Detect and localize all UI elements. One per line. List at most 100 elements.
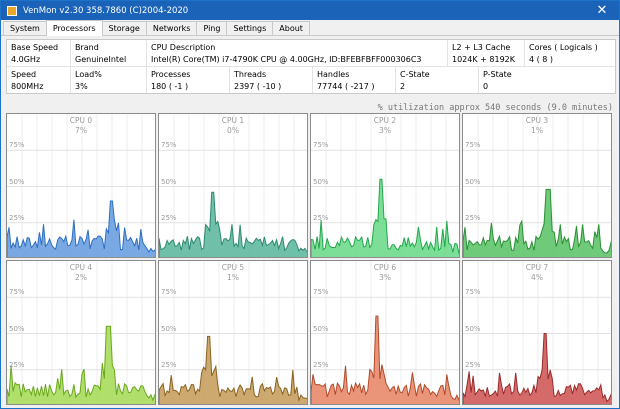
tab-processors[interactable]: Processors xyxy=(45,20,103,36)
tab-about[interactable]: About xyxy=(272,21,310,35)
tab-networks[interactable]: Networks xyxy=(145,21,198,35)
cpu-graph-svg xyxy=(7,261,155,404)
pstate-cell: P-State 0 xyxy=(478,67,615,93)
cores-value: 4 ( 8 ) xyxy=(529,55,554,64)
handles-label: Handles xyxy=(317,70,350,79)
cpu-name: CPU 2 xyxy=(373,116,397,125)
cpu-graph-7: CPU 7 4% 75% 50% 25% xyxy=(462,260,612,405)
grid-label: 25% xyxy=(313,213,329,222)
processes-label: Processes xyxy=(151,70,191,79)
cpu-graph-0: CPU 0 7% 75% 50% 25% xyxy=(6,113,156,258)
handles-cell: Handles 77744 ( -217 ) xyxy=(312,67,395,93)
pstate-value: 0 xyxy=(483,82,489,91)
grid-label: 75% xyxy=(161,288,177,297)
grid-label: 25% xyxy=(161,213,177,222)
cpu-graph-svg xyxy=(463,114,611,257)
cpu-graph-svg xyxy=(159,114,307,257)
tab-storage[interactable]: Storage xyxy=(101,21,147,35)
brand-cell: Brand GenuineIntel xyxy=(70,40,146,66)
app-window: VenMon v2.30 358.7860 (C)2004-2020 ✕ Sys… xyxy=(0,0,620,409)
grid-label: 25% xyxy=(313,360,329,369)
info-row-1: Base Speed 4.0GHz Brand GenuineIntel CPU… xyxy=(7,40,615,67)
cpu-percent: 3% xyxy=(379,126,391,135)
utilization-note: % utilization approx 540 seconds (9.0 mi… xyxy=(377,103,613,113)
app-icon xyxy=(7,5,17,16)
cpu-percent: 3% xyxy=(379,273,391,282)
brand-label: Brand xyxy=(75,43,99,52)
cpu-graph-svg xyxy=(159,261,307,404)
grid-label: 75% xyxy=(161,141,177,150)
window-title: VenMon v2.30 358.7860 (C)2004-2020 xyxy=(23,5,189,16)
cache-value: 1024K + 8192K xyxy=(452,55,515,64)
base-speed-label: Base Speed xyxy=(11,43,59,52)
grid-label: 75% xyxy=(9,288,25,297)
cache-cell: L2 + L3 Cache 1024K + 8192K xyxy=(447,40,524,66)
grid-label: 75% xyxy=(465,141,481,150)
cpu-percent: 7% xyxy=(75,126,87,135)
cpu-graph-3: CPU 3 1% 75% 50% 25% xyxy=(462,113,612,258)
speed-label: Speed xyxy=(11,70,37,79)
threads-value: 2397 ( -10 ) xyxy=(234,82,282,91)
grid-label: 50% xyxy=(161,324,177,333)
base-speed-cell: Base Speed 4.0GHz xyxy=(7,40,70,66)
cpu-name: CPU 5 xyxy=(221,263,245,272)
cpu-graph-5: CPU 5 1% 75% 50% 25% xyxy=(158,260,308,405)
grid-label: 25% xyxy=(465,360,481,369)
cpu-description-value: Intel(R) Core(TM) i7-4790K CPU @ 4.00GHz… xyxy=(151,55,422,64)
tab-system[interactable]: System xyxy=(3,21,47,35)
info-row-2: Speed 800MHz Load% 3% Processes 180 ( -1… xyxy=(7,67,615,93)
threads-label: Threads xyxy=(234,70,267,79)
grid-label: 50% xyxy=(9,177,25,186)
cores-cell: Cores ( Logicals ) 4 ( 8 ) xyxy=(524,40,615,66)
cpu-percent: 0% xyxy=(227,126,239,135)
grid-label: 75% xyxy=(465,288,481,297)
cpu-graph-6: CPU 6 3% 75% 50% 25% xyxy=(310,260,460,405)
cpu-graphs-grid: CPU 0 7% 75% 50% 25% CPU 1 0% 75% 50% 25% CPU 2 3% 7… xyxy=(6,113,614,405)
cpu-graph-svg xyxy=(311,114,459,257)
tab-bar: System Processors Storage Networks Ping … xyxy=(1,20,619,36)
cpu-graph-svg xyxy=(7,114,155,257)
grid-label: 75% xyxy=(9,141,25,150)
cpu-name: CPU 7 xyxy=(525,263,549,272)
base-speed-value: 4.0GHz xyxy=(11,55,41,64)
cstate-cell: C-State 2 xyxy=(395,67,478,93)
load-value: 3% xyxy=(75,82,88,91)
cpu-graph-svg xyxy=(311,261,459,404)
cpu-info-panel: Base Speed 4.0GHz Brand GenuineIntel CPU… xyxy=(6,39,616,94)
cstate-label: C-State xyxy=(400,70,430,79)
grid-label: 75% xyxy=(313,288,329,297)
cpu-graph-1: CPU 1 0% 75% 50% 25% xyxy=(158,113,308,258)
cpu-name: CPU 0 xyxy=(69,116,93,125)
close-button[interactable]: ✕ xyxy=(585,1,619,20)
speed-value: 800MHz xyxy=(11,82,44,91)
cpu-graph-4: CPU 4 2% 75% 50% 25% xyxy=(6,260,156,405)
cpu-name: CPU 3 xyxy=(525,116,549,125)
grid-label: 50% xyxy=(9,324,25,333)
cpu-percent: 4% xyxy=(531,273,543,282)
cpu-percent: 2% xyxy=(75,273,87,282)
cpu-name: CPU 6 xyxy=(373,263,397,272)
cpu-graph-svg xyxy=(463,261,611,404)
tab-ping[interactable]: Ping xyxy=(196,21,228,35)
load-label: Load% xyxy=(75,70,102,79)
load-cell: Load% 3% xyxy=(70,67,146,93)
processes-value: 180 ( -1 ) xyxy=(151,82,189,91)
pstate-label: P-State xyxy=(483,70,512,79)
cores-label: Cores ( Logicals ) xyxy=(529,43,598,52)
speed-cell: Speed 800MHz xyxy=(7,67,70,93)
handles-value: 77744 ( -217 ) xyxy=(317,82,375,91)
cstate-value: 2 xyxy=(400,82,406,91)
grid-label: 50% xyxy=(465,177,481,186)
grid-label: 25% xyxy=(161,360,177,369)
grid-label: 50% xyxy=(161,177,177,186)
threads-cell: Threads 2397 ( -10 ) xyxy=(229,67,312,93)
grid-label: 25% xyxy=(465,213,481,222)
tab-settings[interactable]: Settings xyxy=(226,21,274,35)
cpu-description-label: CPU Description xyxy=(151,43,216,52)
grid-label: 25% xyxy=(9,213,25,222)
title-bar: VenMon v2.30 358.7860 (C)2004-2020 ✕ xyxy=(1,1,619,20)
cpu-name: CPU 1 xyxy=(221,116,245,125)
brand-value: GenuineIntel xyxy=(75,55,127,64)
cache-label: L2 + L3 Cache xyxy=(452,43,511,52)
processes-cell: Processes 180 ( -1 ) xyxy=(146,67,229,93)
